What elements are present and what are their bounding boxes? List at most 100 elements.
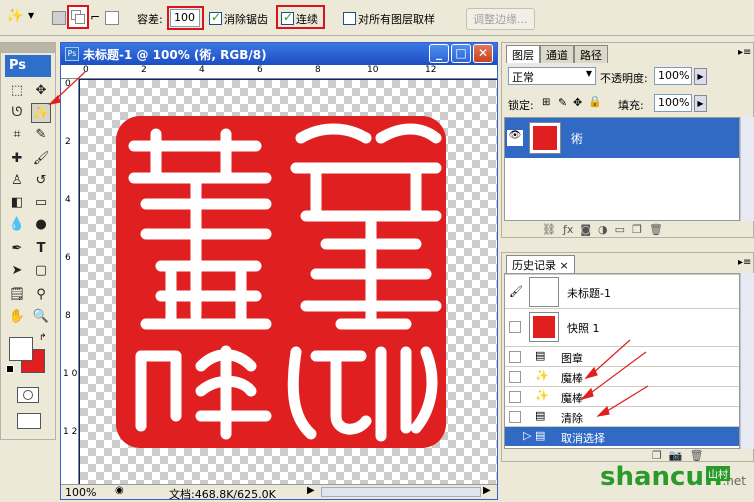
- tab-channels[interactable]: 通道: [540, 45, 574, 63]
- fill-label: 填充:: [618, 99, 644, 112]
- preset-dropdown-icon[interactable]: ▼: [28, 11, 34, 20]
- link-layers-icon[interactable]: ⛓: [542, 223, 556, 236]
- tolerance-input[interactable]: 100: [170, 9, 200, 27]
- lock-position-icon[interactable]: ✥: [573, 96, 582, 109]
- toolbox-grip[interactable]: [1, 43, 55, 53]
- ruler-v-label: 4: [65, 195, 71, 205]
- blur-tool-icon[interactable]: 💧: [7, 215, 27, 235]
- contiguous-checkbox[interactable]: [281, 10, 294, 25]
- foreground-color-swatch[interactable]: [9, 337, 33, 361]
- history-brush-tool-icon[interactable]: ↺: [31, 171, 51, 191]
- history-item[interactable]: ✨ 魔棒: [505, 366, 739, 386]
- notes-tool-icon[interactable]: 🗒: [7, 285, 27, 305]
- sample-all-layers-checkbox[interactable]: [343, 11, 356, 25]
- screen-mode-icon[interactable]: [17, 413, 41, 429]
- history-item-label: 魔棒: [561, 372, 583, 385]
- ruler-v-label: 2: [65, 137, 71, 147]
- eyedropper-tool-icon[interactable]: ⚲: [31, 285, 51, 305]
- history-item[interactable]: ✨ 魔棒: [505, 386, 739, 406]
- add-mask-icon[interactable]: ◙: [580, 223, 591, 236]
- snapshot-checkbox[interactable]: [509, 321, 521, 333]
- adjustment-layer-icon[interactable]: ◑: [598, 223, 608, 236]
- history-scrollbar[interactable]: [740, 273, 754, 449]
- brush-tool-icon[interactable]: 🖌: [31, 149, 51, 169]
- delete-state-icon[interactable]: 🗑: [690, 449, 704, 462]
- dodge-tool-icon[interactable]: ●: [31, 215, 51, 235]
- subtract-selection-mode-icon[interactable]: ⌐: [90, 10, 100, 24]
- hand-tool-icon[interactable]: ✋: [7, 307, 27, 327]
- history-brush-source-icon[interactable]: 🖌: [509, 285, 523, 298]
- gradient-tool-icon[interactable]: ▭: [31, 193, 51, 213]
- layer-visibility-eye-icon[interactable]: 👁: [507, 130, 523, 146]
- lock-image-icon[interactable]: ✎: [558, 96, 567, 109]
- history-item-selected[interactable]: ▷ ▤ 取消选择: [505, 426, 739, 446]
- history-state-slider-icon[interactable]: ▷: [523, 429, 531, 442]
- maximize-button[interactable]: □: [451, 44, 471, 63]
- fill-slider-icon[interactable]: ▶: [694, 95, 707, 112]
- add-to-selection-mode-icon[interactable]: [67, 5, 89, 29]
- marquee-tool-icon[interactable]: ⬚: [7, 81, 27, 101]
- watermark-cn: 山村: [706, 466, 730, 481]
- new-selection-mode-icon[interactable]: [52, 11, 66, 25]
- minimize-button[interactable]: _: [429, 44, 449, 63]
- healing-brush-tool-icon[interactable]: ✚: [7, 149, 27, 169]
- history-item-label: 魔棒: [561, 392, 583, 405]
- move-tool-icon[interactable]: ✥: [31, 81, 51, 101]
- refine-edge-button[interactable]: 调整边缘...: [466, 8, 535, 30]
- snapshot-1-name: 快照 1: [567, 322, 600, 335]
- document-titlebar[interactable]: Ps 未标题-1 @ 100% (術, RGB/8) _ □ ✕: [61, 43, 497, 65]
- status-menu-icon[interactable]: ◉: [115, 485, 124, 496]
- crop-tool-icon[interactable]: ⌗: [7, 125, 27, 145]
- close-button[interactable]: ✕: [473, 44, 493, 63]
- history-snapshot-document[interactable]: 🖌 未标题-1: [505, 274, 739, 308]
- default-colors-icon[interactable]: [6, 365, 14, 373]
- tab-history-label: 历史记录: [512, 259, 556, 272]
- history-item[interactable]: ▤ 清除: [505, 406, 739, 426]
- status-bar: 100% ◉ 文档:468.8K/625.0K ▶ ▶: [61, 484, 497, 501]
- sample-all-layers-label: 对所有图层取样: [358, 13, 435, 26]
- history-snapshot-1[interactable]: 快照 1: [505, 308, 739, 344]
- history-list: 🖌 未标题-1 快照 1 ▤ 图章 ✨ 魔棒 ✨ 魔棒 ▤ 清除 ▷ ▤ 取消选…: [504, 273, 740, 449]
- swap-colors-icon[interactable]: ↱: [39, 333, 47, 343]
- shape-tool-icon[interactable]: ▢: [31, 261, 51, 281]
- document-canvas[interactable]: [80, 80, 497, 484]
- status-expand-icon[interactable]: ▶: [307, 485, 315, 496]
- tab-close-icon[interactable]: ×: [560, 259, 569, 272]
- magic-wand-preset-icon[interactable]: ✨: [6, 8, 23, 24]
- horizontal-scrollbar[interactable]: [321, 487, 481, 497]
- new-group-icon[interactable]: ▭: [615, 223, 625, 236]
- scroll-right-icon[interactable]: ▶: [483, 485, 491, 496]
- quick-mask-icon[interactable]: [17, 387, 39, 403]
- lock-transparency-icon[interactable]: ⊞: [542, 97, 550, 108]
- type-tool-icon[interactable]: T: [31, 239, 51, 259]
- lasso-tool-icon[interactable]: ᘎ: [7, 103, 27, 123]
- new-layer-icon[interactable]: ❐: [632, 223, 642, 236]
- blend-mode-select[interactable]: 正常 ▼: [508, 67, 596, 85]
- new-snapshot-icon[interactable]: 📷: [669, 449, 683, 462]
- opacity-slider-icon[interactable]: ▶: [694, 68, 707, 85]
- intersect-selection-mode-icon[interactable]: [105, 11, 119, 25]
- tab-history[interactable]: 历史记录 ×: [506, 255, 575, 273]
- opacity-input[interactable]: 100%: [654, 67, 692, 85]
- layers-scrollbar[interactable]: [740, 117, 754, 221]
- history-item[interactable]: ▤ 图章: [505, 346, 739, 366]
- new-document-from-state-icon[interactable]: ❐: [652, 449, 662, 462]
- magic-wand-tool-icon[interactable]: ✨: [31, 103, 51, 123]
- pen-tool-icon[interactable]: ✒: [7, 239, 27, 259]
- zoom-level[interactable]: 100%: [65, 486, 96, 499]
- fill-input[interactable]: 100%: [654, 94, 692, 112]
- lock-all-icon[interactable]: 🔒: [588, 95, 602, 108]
- zoom-tool-icon[interactable]: 🔍: [31, 307, 51, 327]
- delete-layer-icon[interactable]: 🗑: [649, 223, 663, 236]
- layer-style-icon[interactable]: ƒx: [563, 223, 573, 236]
- eraser-tool-icon[interactable]: ◧: [7, 193, 27, 213]
- clone-stamp-tool-icon[interactable]: ♙: [7, 171, 27, 191]
- history-menu-icon[interactable]: ▸≡: [738, 257, 751, 268]
- layer-row[interactable]: 👁 術: [505, 118, 739, 158]
- antialias-checkbox[interactable]: [209, 10, 222, 25]
- tab-paths[interactable]: 路径: [574, 45, 608, 63]
- path-selection-tool-icon[interactable]: ➤: [7, 261, 27, 281]
- slice-tool-icon[interactable]: ✎: [31, 125, 51, 145]
- tab-layers[interactable]: 图层: [506, 45, 540, 63]
- panel-menu-icon[interactable]: ▸≡: [738, 47, 751, 58]
